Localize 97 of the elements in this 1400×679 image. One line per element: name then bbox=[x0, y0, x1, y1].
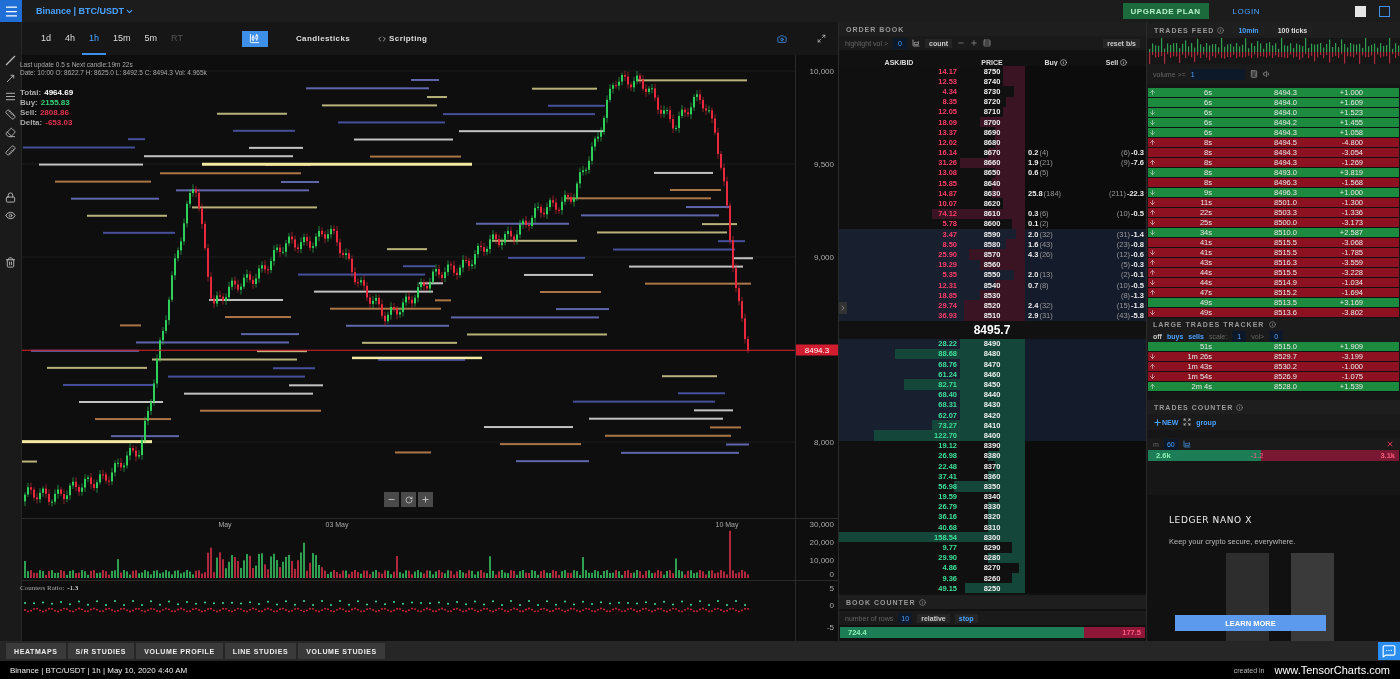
up-arrow-icon bbox=[1149, 139, 1156, 146]
reset-icon bbox=[404, 495, 413, 504]
down-arrow-icon bbox=[1149, 109, 1156, 116]
plus-icon bbox=[1153, 417, 1162, 427]
down-arrow-icon bbox=[1149, 309, 1156, 316]
total-label: Total: bbox=[20, 88, 42, 97]
ruler-icon[interactable] bbox=[5, 109, 16, 120]
last-price-tag: 8494.3 bbox=[796, 344, 838, 356]
line-tool-icon[interactable] bbox=[5, 55, 16, 66]
calculator-icon[interactable] bbox=[1249, 70, 1258, 78]
chat-icon bbox=[1382, 644, 1396, 658]
ratio-axis-label: 5 bbox=[829, 583, 834, 593]
down-arrow-icon bbox=[1149, 249, 1156, 256]
collapse-button[interactable] bbox=[839, 302, 847, 314]
price-axis-label: 8,000 bbox=[813, 437, 834, 447]
chart-type-button[interactable]: Candlesticks bbox=[295, 34, 351, 43]
square-outline-icon[interactable] bbox=[1379, 5, 1390, 17]
ruler-icon[interactable] bbox=[5, 145, 16, 156]
chevron-right-icon bbox=[839, 304, 847, 312]
price-axis-label: 10,000 bbox=[809, 66, 834, 76]
up-arrow-icon bbox=[1149, 89, 1156, 96]
arrow-line-icon[interactable] bbox=[5, 73, 16, 84]
upgrade-plan-button[interactable]: UPGRADE PLAN bbox=[1122, 3, 1209, 19]
total-label: Buy: bbox=[20, 98, 38, 107]
total-label: Delta: bbox=[20, 118, 43, 127]
down-arrow-icon bbox=[1149, 129, 1156, 136]
down-arrow-icon bbox=[1149, 229, 1156, 236]
up-arrow-icon bbox=[1149, 269, 1156, 276]
info-icon bbox=[918, 598, 926, 606]
up-arrow-icon bbox=[1149, 209, 1156, 216]
reset-button[interactable] bbox=[401, 492, 416, 507]
info-icon bbox=[1269, 320, 1277, 328]
candlestick-button[interactable] bbox=[241, 30, 268, 47]
chat-button[interactable] bbox=[1378, 642, 1400, 660]
down-arrow-icon bbox=[1149, 189, 1156, 196]
up-arrow-icon bbox=[1149, 259, 1156, 266]
menu-button[interactable] bbox=[0, 0, 22, 22]
volume-axis-label: 20,000 bbox=[809, 537, 834, 547]
eye-icon[interactable] bbox=[5, 210, 16, 221]
login-link[interactable]: LOGIN bbox=[1232, 6, 1260, 16]
square-icon[interactable] bbox=[1355, 5, 1366, 17]
speaker-icon[interactable] bbox=[1262, 70, 1271, 78]
eraser-icon[interactable] bbox=[5, 127, 16, 138]
volume-axis-label: 30,000 bbox=[809, 519, 834, 529]
lines-icon[interactable] bbox=[5, 91, 16, 102]
down-arrow-icon bbox=[1149, 373, 1156, 380]
close-icon[interactable] bbox=[1386, 440, 1394, 448]
down-arrow-icon bbox=[1149, 353, 1156, 360]
area-chart-icon[interactable] bbox=[1182, 440, 1191, 448]
up-arrow-icon bbox=[1149, 383, 1156, 390]
price-axis-label: 9,500 bbox=[813, 159, 834, 169]
scripting-button[interactable]: Scripting bbox=[378, 34, 428, 43]
total-value: 2808.86 bbox=[39, 108, 69, 117]
up-arrow-icon bbox=[1149, 159, 1156, 166]
total-value: 4964.69 bbox=[44, 88, 74, 97]
total-value: 2155.83 bbox=[40, 98, 70, 107]
down-arrow-icon bbox=[1149, 219, 1156, 226]
volume-axis-label: 0 bbox=[829, 569, 834, 579]
total-value: -653.03 bbox=[45, 118, 73, 127]
price-axis-label: 9,000 bbox=[813, 252, 834, 262]
down-arrow-icon bbox=[1149, 199, 1156, 206]
site-link[interactable]: www.TensorCharts.com bbox=[1274, 664, 1390, 676]
ratio-axis-label: -5 bbox=[826, 622, 834, 632]
down-arrow-icon bbox=[1149, 279, 1156, 286]
status-text: Binance | BTC/USDT | 1h | May 10, 2020 4:40 AM bbox=[10, 665, 188, 675]
symbol-selector[interactable]: Binance | BTC/USDT bbox=[36, 6, 135, 16]
trash-icon[interactable] bbox=[5, 257, 16, 268]
timeframe-tab[interactable]: 1h bbox=[82, 22, 107, 55]
timeframe-tab[interactable]: 1d bbox=[34, 22, 58, 55]
plus-icon bbox=[421, 495, 430, 504]
area-chart-icon[interactable] bbox=[912, 39, 920, 47]
menu-icon bbox=[3, 3, 19, 19]
info-icon bbox=[1236, 403, 1244, 411]
down-arrow-icon bbox=[1149, 169, 1156, 176]
info-icon bbox=[1059, 59, 1067, 66]
mid-price: 8495.7 bbox=[972, 322, 1012, 337]
camera-icon[interactable] bbox=[777, 33, 787, 44]
down-arrow-icon bbox=[1149, 119, 1156, 126]
volume-axis-label: 10,000 bbox=[809, 555, 834, 565]
zoom-out-button[interactable] bbox=[384, 492, 399, 507]
lock-icon[interactable] bbox=[5, 192, 16, 203]
candlestick-icon bbox=[249, 33, 261, 44]
ad-title: LEDGER NANO X bbox=[1169, 515, 1253, 525]
info-icon bbox=[1120, 59, 1128, 66]
timeframe-tab[interactable]: 15m bbox=[106, 22, 138, 55]
timeframe-tab[interactable]: 4h bbox=[58, 22, 83, 55]
zoom-in-button[interactable] bbox=[418, 492, 433, 507]
resize-icon[interactable] bbox=[1183, 418, 1192, 426]
timeframe-tab[interactable]: 5m bbox=[137, 22, 165, 55]
ratio-axis-label: 0 bbox=[829, 600, 834, 610]
fullscreen-icon[interactable] bbox=[817, 34, 826, 43]
plus-icon[interactable] bbox=[970, 39, 979, 47]
code-icon bbox=[378, 34, 387, 43]
total-label: Sell: bbox=[20, 108, 37, 117]
up-arrow-icon bbox=[1149, 289, 1156, 296]
up-arrow-icon bbox=[1149, 363, 1156, 370]
info-icon bbox=[1217, 26, 1225, 34]
